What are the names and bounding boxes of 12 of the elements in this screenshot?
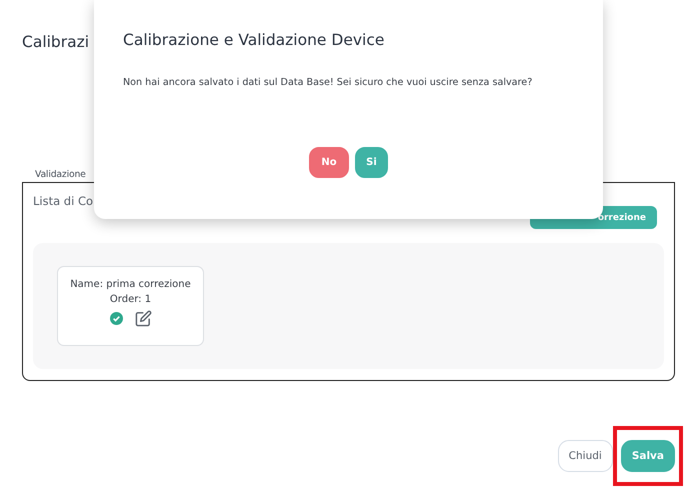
no-button[interactable]: No (309, 147, 349, 178)
dialog-message: Non hai ancora salvato i dati sul Data Base! Sei sicuro che vuoi uscire senza salvare? (123, 77, 534, 88)
page-title: Calibrazi (22, 33, 90, 51)
edit-icon[interactable] (134, 310, 152, 327)
yes-button[interactable]: Si (355, 147, 388, 178)
correction-name: Name: prima correzione (70, 279, 191, 290)
section-legend: Validazione (35, 169, 86, 180)
close-button[interactable]: Chiudi (558, 440, 613, 472)
save-button[interactable]: Salva (620, 440, 675, 472)
dialog-title: Calibrazione e Validazione Device (123, 31, 386, 49)
correction-order: Order: 1 (110, 294, 152, 305)
list-title: Lista di Co (33, 194, 94, 208)
